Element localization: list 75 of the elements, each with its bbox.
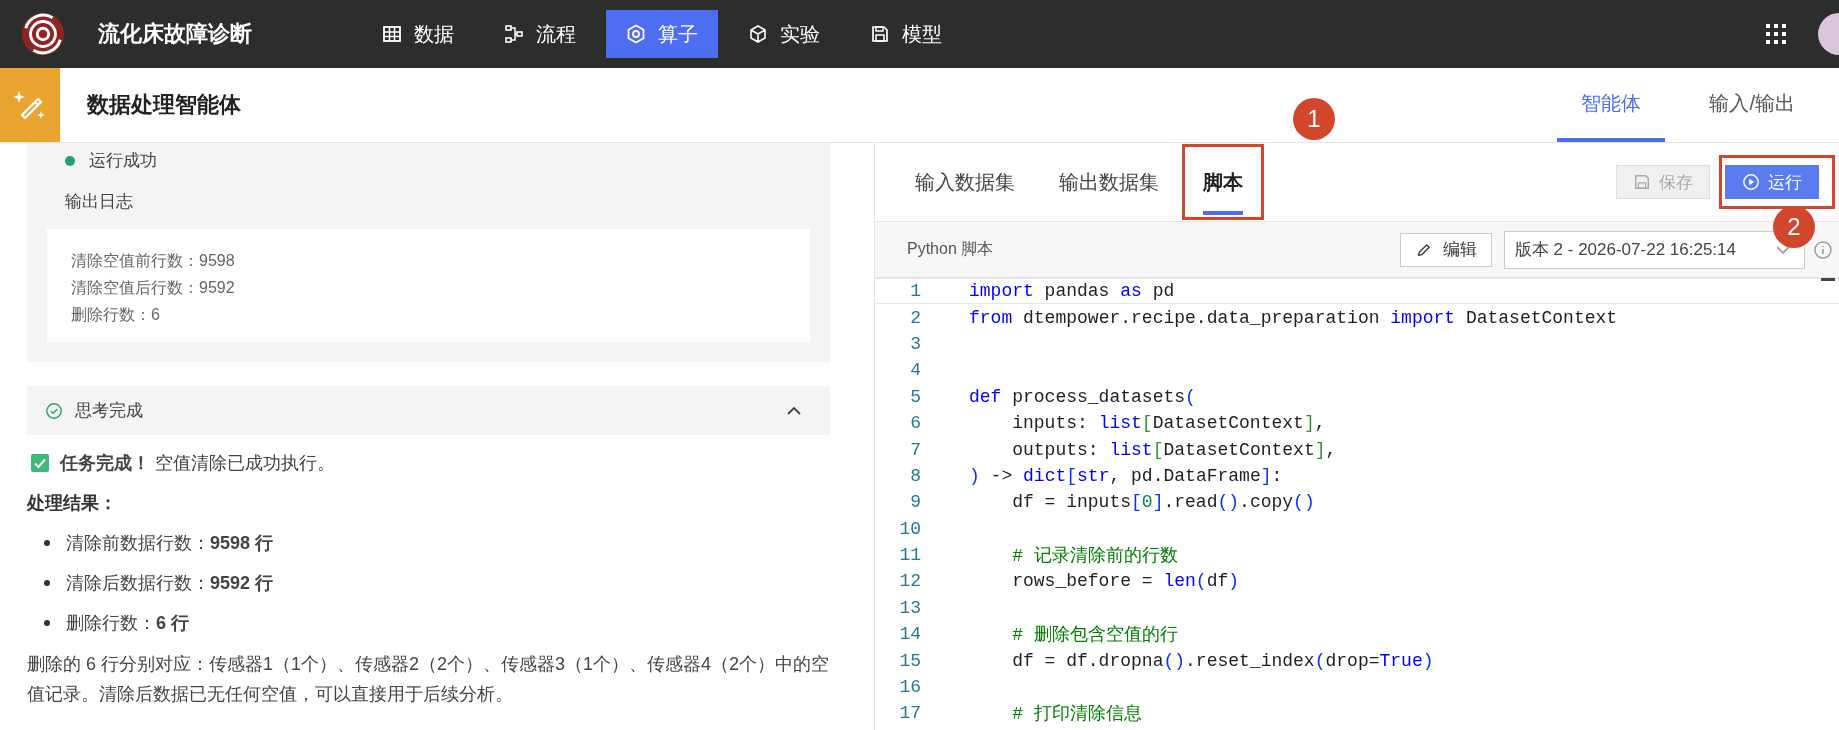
bullet-dot bbox=[44, 620, 50, 626]
line-number: 10 bbox=[898, 518, 921, 539]
log-line: 清除空值前行数：9598 bbox=[71, 251, 236, 271]
bullet-text: 清除前数据行数：9598 行 bbox=[66, 532, 274, 555]
line-number: 6 bbox=[909, 413, 921, 434]
section-title: 处理结果： bbox=[27, 492, 118, 515]
page-title: 数据处理智能体 bbox=[87, 91, 241, 119]
floppy-icon bbox=[1633, 173, 1651, 191]
line-number: 5 bbox=[909, 386, 921, 407]
line-number: 4 bbox=[909, 360, 921, 381]
line-number: 13 bbox=[898, 597, 921, 618]
nav-tab[interactable]: 数据 bbox=[362, 10, 474, 58]
line-number: 16 bbox=[898, 677, 921, 698]
bullet-dot bbox=[44, 580, 50, 586]
run-button[interactable]: 运行 bbox=[1725, 165, 1819, 199]
thinking-title: 思考完成 bbox=[75, 400, 143, 422]
nav-tab[interactable]: 流程 bbox=[484, 10, 596, 58]
script-title: Python 脚本 bbox=[907, 239, 994, 259]
check-circle-icon bbox=[45, 401, 63, 420]
line-number: 3 bbox=[909, 333, 921, 354]
log-title: 输出日志 bbox=[65, 191, 134, 213]
result-headline: 任务完成！ 空值清除已成功执行。 bbox=[60, 452, 335, 475]
code-line: df = df.dropna().reset_index(drop=True) bbox=[1011, 650, 1434, 671]
scrollbar-thumb[interactable] bbox=[1821, 278, 1835, 281]
floppy-icon bbox=[870, 24, 890, 44]
flow-icon bbox=[504, 24, 524, 44]
bullet-text: 清除后数据行数：9592 行 bbox=[66, 572, 274, 595]
cube-icon bbox=[748, 24, 768, 44]
page-tab[interactable]: 输入/输出 bbox=[1685, 68, 1819, 142]
code-line: rows_before = len(df) bbox=[1011, 571, 1240, 592]
line-number: 7 bbox=[909, 439, 921, 460]
log-line: 清除空值后行数：9592 bbox=[71, 278, 236, 298]
edit-button[interactable]: 编辑 bbox=[1399, 232, 1492, 267]
thinking-header[interactable]: 思考完成 bbox=[27, 386, 830, 435]
line-number: 9 bbox=[909, 492, 921, 513]
log-line: 删除行数：6 bbox=[71, 305, 161, 325]
nav-tab[interactable]: 实验 bbox=[728, 10, 840, 58]
editor-tab[interactable]: 输出数据集 bbox=[1037, 143, 1181, 221]
code-line: # 打印清除信息 bbox=[1011, 703, 1142, 726]
table-icon bbox=[382, 24, 402, 44]
nav-tab[interactable]: 算子 bbox=[606, 10, 718, 58]
app-title: 流化床故障诊断 bbox=[98, 20, 252, 48]
line-number: 12 bbox=[898, 571, 921, 592]
line-number: 8 bbox=[909, 465, 921, 486]
editor-tab[interactable]: 脚本 bbox=[1181, 143, 1265, 221]
editor-tab[interactable]: 输入数据集 bbox=[893, 143, 1037, 221]
apps-grid-icon[interactable] bbox=[1764, 22, 1788, 46]
page-tab[interactable]: 智能体 bbox=[1557, 68, 1666, 142]
code-line: ) -> dict[str, pd.DataFrame]: bbox=[969, 465, 1283, 486]
code-line: outputs: list[DatasetContext], bbox=[1011, 439, 1337, 460]
line-number: 2 bbox=[909, 307, 921, 328]
logo-icon bbox=[20, 11, 66, 57]
code-line: import pandas as pd bbox=[969, 281, 1175, 302]
status-dot bbox=[65, 155, 75, 166]
line-number: 17 bbox=[898, 703, 921, 724]
line-number: 1 bbox=[909, 281, 921, 302]
code-line: # 记录清除前的行数 bbox=[1011, 545, 1178, 568]
code-line: def process_datasets( bbox=[969, 386, 1196, 407]
line-number: 15 bbox=[898, 650, 921, 671]
status-text: 运行成功 bbox=[89, 150, 157, 172]
line-number: 14 bbox=[898, 624, 921, 645]
hexagon-icon bbox=[626, 24, 646, 44]
code-line: inputs: list[DatasetContext], bbox=[1011, 413, 1326, 434]
bullet-dot bbox=[44, 540, 50, 546]
info-icon[interactable] bbox=[1813, 239, 1833, 260]
line-number: 11 bbox=[898, 545, 921, 566]
code-line: from dtempower.recipe.data_preparation import DatasetContext bbox=[969, 307, 1618, 328]
bullet-text: 删除行数：6 行 bbox=[66, 612, 189, 635]
chevron-down-icon bbox=[1776, 245, 1790, 254]
summary-paragraph: 删除的 6 行分别对应：传感器1（1个）、传感器2（2个）、传感器3（1个）、传感器4（2个）中的空值记录。清除后数据已无任何空值，可以直接用于后续分析。 bbox=[27, 653, 830, 706]
play-icon bbox=[1742, 173, 1760, 191]
nav-tab[interactable]: 模型 bbox=[850, 10, 962, 58]
callout-badge: 1 bbox=[1293, 98, 1335, 140]
code-line: # 删除包含空值的行 bbox=[1011, 624, 1178, 647]
code-line: df = inputs[0].read().copy() bbox=[1011, 492, 1315, 513]
